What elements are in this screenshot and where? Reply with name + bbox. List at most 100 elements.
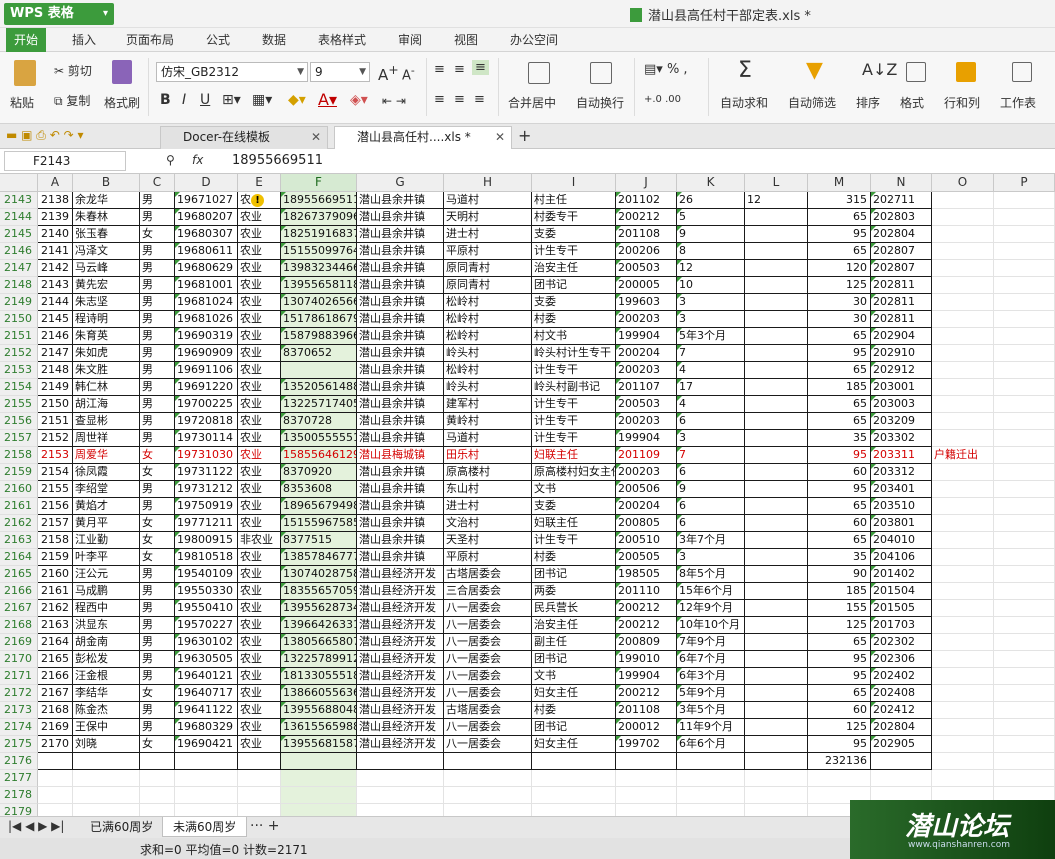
row-header[interactable]: 2153 xyxy=(0,362,38,379)
cell-d[interactable]: 19720818 xyxy=(175,413,238,430)
cell-p[interactable] xyxy=(994,192,1055,209)
row-header[interactable]: 2149 xyxy=(0,294,38,311)
cell-l[interactable] xyxy=(745,413,808,430)
cell-h[interactable]: 平原村 xyxy=(444,549,532,566)
cell-h[interactable]: 原同青村 xyxy=(444,260,532,277)
fill-color-icon[interactable]: ◆▾ xyxy=(288,92,306,108)
cell-j[interactable]: 201102 xyxy=(616,192,677,209)
cell-j[interactable]: 199603 xyxy=(616,294,677,311)
cell-j[interactable]: 199904 xyxy=(616,328,677,345)
cell-g[interactable]: 潜山县余井镇 xyxy=(357,379,444,396)
cell-n[interactable]: 203302 xyxy=(871,430,932,447)
cell-h[interactable]: 岭头村 xyxy=(444,345,532,362)
cell-p[interactable] xyxy=(994,413,1055,430)
cell-k[interactable]: 10年10个月 xyxy=(677,617,745,634)
align-right-icon[interactable]: ≡ xyxy=(474,92,485,107)
cell-j[interactable]: 201108 xyxy=(616,226,677,243)
cell-a[interactable] xyxy=(38,787,73,804)
warning-icon[interactable]: ! xyxy=(251,194,264,207)
cell-g[interactable]: 潜山县余井镇 xyxy=(357,481,444,498)
cell-d[interactable]: 19680629 xyxy=(175,260,238,277)
row-header[interactable]: 2163 xyxy=(0,532,38,549)
cell-m[interactable]: 185 xyxy=(808,583,871,600)
cell-f[interactable]: 18133055518 xyxy=(281,668,357,685)
row-header[interactable]: 2174 xyxy=(0,719,38,736)
cell-g[interactable]: 潜山县余井镇 xyxy=(357,328,444,345)
cell-i[interactable]: 支委 xyxy=(532,226,616,243)
cell-n[interactable]: 202905 xyxy=(871,736,932,753)
cell-m[interactable]: 65 xyxy=(808,413,871,430)
filter-icon[interactable]: ▼ xyxy=(806,58,823,83)
cell-d[interactable]: 19731212 xyxy=(175,481,238,498)
cell-m[interactable]: 65 xyxy=(808,328,871,345)
cell-j[interactable]: 201109 xyxy=(616,447,677,464)
cell-p[interactable] xyxy=(994,583,1055,600)
column-header-f[interactable]: F xyxy=(281,174,357,192)
cell-h[interactable]: 八一居委会 xyxy=(444,719,532,736)
cell-j[interactable]: 200510 xyxy=(616,532,677,549)
cell-l[interactable] xyxy=(745,260,808,277)
clear-format-icon[interactable]: ◈▾ xyxy=(350,92,368,108)
cell-e[interactable]: 农业 xyxy=(238,209,281,226)
rows-columns-icon[interactable] xyxy=(956,62,976,82)
cell-k[interactable]: 8年5个月 xyxy=(677,566,745,583)
cell-k[interactable]: 6年6个月 xyxy=(677,736,745,753)
cell-n[interactable]: 202904 xyxy=(871,328,932,345)
cell-p[interactable] xyxy=(994,685,1055,702)
menu-view[interactable]: 视图 xyxy=(454,28,478,52)
cell-m[interactable]: 125 xyxy=(808,719,871,736)
cell-e[interactable]: 农业 xyxy=(238,634,281,651)
cell-j[interactable] xyxy=(616,770,677,787)
cell-j[interactable]: 200505 xyxy=(616,549,677,566)
cell-o[interactable] xyxy=(932,651,994,668)
cell-g[interactable]: 潜山县余井镇 xyxy=(357,515,444,532)
cell-n[interactable]: 203401 xyxy=(871,481,932,498)
cell-f[interactable]: 15879883966 xyxy=(281,328,357,345)
cell-b[interactable]: 周世祥 xyxy=(73,430,140,447)
cell-m[interactable]: 125 xyxy=(808,617,871,634)
cell-g[interactable]: 潜山县经济开发 xyxy=(357,685,444,702)
cell-i[interactable]: 妇女主任 xyxy=(532,685,616,702)
cell-a[interactable]: 2155 xyxy=(38,481,73,498)
cell-h[interactable]: 八一居委会 xyxy=(444,668,532,685)
cell-j[interactable]: 200204 xyxy=(616,345,677,362)
row-header[interactable]: 2158 xyxy=(0,447,38,464)
cell-o[interactable] xyxy=(932,328,994,345)
cell-d[interactable] xyxy=(175,787,238,804)
cell-g[interactable]: 潜山县余井镇 xyxy=(357,260,444,277)
menu-data[interactable]: 数据 xyxy=(262,28,286,52)
cell-b[interactable] xyxy=(73,770,140,787)
cell-e[interactable]: 农业 xyxy=(238,617,281,634)
cell-e[interactable]: 农业 xyxy=(238,243,281,260)
cell-k[interactable]: 17 xyxy=(677,379,745,396)
cell-n[interactable]: 202811 xyxy=(871,311,932,328)
sheet-nav-icon[interactable]: |◀ ◀ ▶ ▶| xyxy=(8,819,64,833)
worksheet-icon[interactable] xyxy=(1012,62,1032,82)
cell-e[interactable]: 农业 xyxy=(238,379,281,396)
cell-j[interactable]: 201107 xyxy=(616,379,677,396)
cell-n[interactable]: 201402 xyxy=(871,566,932,583)
format-icon[interactable] xyxy=(906,62,926,82)
cell-h[interactable] xyxy=(444,804,532,816)
wrap-text-icon[interactable] xyxy=(590,62,612,84)
menu-table-style[interactable]: 表格样式 xyxy=(318,28,366,52)
cell-c[interactable]: 女 xyxy=(140,736,175,753)
cell-l[interactable] xyxy=(745,566,808,583)
cut-button[interactable]: ✂ 剪切 xyxy=(54,62,92,79)
cell-o[interactable] xyxy=(932,464,994,481)
cell-j[interactable]: 200012 xyxy=(616,719,677,736)
new-tab-icon[interactable]: + xyxy=(518,126,531,145)
cell-k[interactable]: 7年9个月 xyxy=(677,634,745,651)
cell-p[interactable] xyxy=(994,719,1055,736)
cell-e[interactable]: 农业 xyxy=(238,447,281,464)
cell-a[interactable]: 2154 xyxy=(38,464,73,481)
cell-p[interactable] xyxy=(994,328,1055,345)
merge-center-button[interactable]: 合并居中 xyxy=(508,94,556,111)
row-header[interactable]: 2171 xyxy=(0,668,38,685)
cell-d[interactable]: 19690909 xyxy=(175,345,238,362)
cell-j[interactable]: 200506 xyxy=(616,481,677,498)
cell-o[interactable] xyxy=(932,345,994,362)
cell-i[interactable]: 文书 xyxy=(532,481,616,498)
cell-d[interactable]: 19540109 xyxy=(175,566,238,583)
cell-n[interactable]: 202302 xyxy=(871,634,932,651)
